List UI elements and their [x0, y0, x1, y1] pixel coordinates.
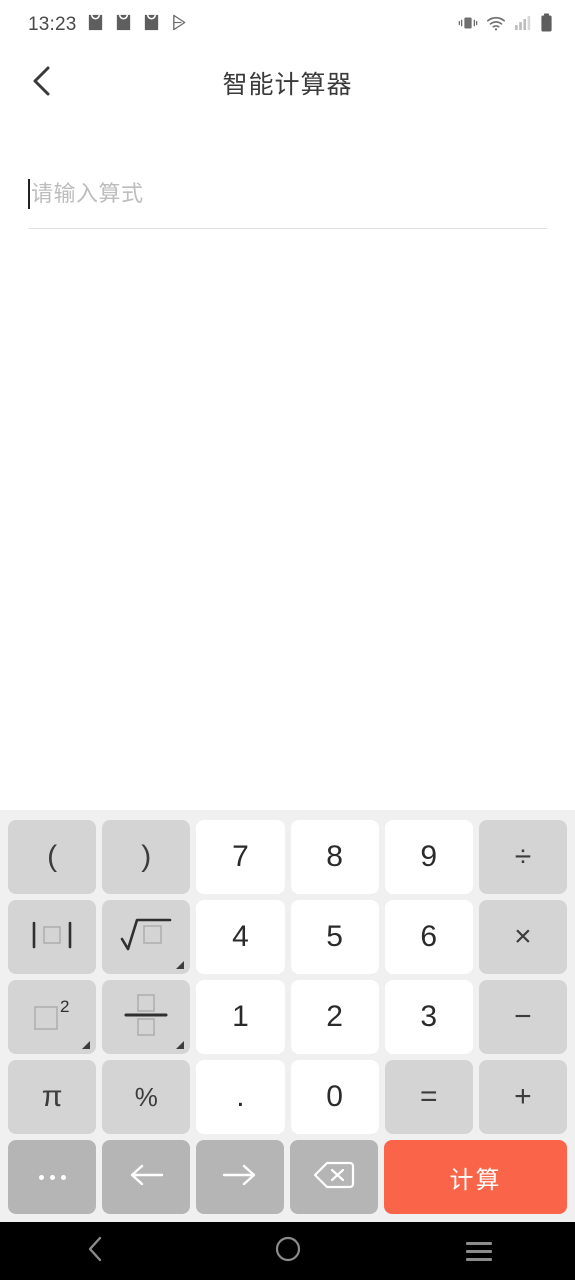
key-cursor-right[interactable]: [196, 1140, 284, 1214]
key-9[interactable]: 9: [384, 820, 473, 894]
status-clock: 13:23: [28, 14, 77, 35]
key-6[interactable]: 6: [384, 900, 473, 974]
absolute-value-icon: [24, 915, 80, 960]
mail-icon: [142, 13, 161, 37]
key-label: 1: [232, 1000, 249, 1033]
ellipsis-icon: [38, 1174, 66, 1180]
square-power-icon: 2: [23, 994, 81, 1041]
key-7[interactable]: 7: [196, 820, 285, 894]
key-label: 3: [420, 1000, 438, 1033]
key-divide[interactable]: ÷: [478, 820, 568, 894]
key-label: +: [514, 1080, 532, 1113]
text-cursor: [28, 179, 30, 209]
status-bar: 13:23: [0, 0, 575, 50]
key-fraction[interactable]: [102, 980, 191, 1054]
vibrate-icon: [458, 14, 478, 37]
square-root-icon: [116, 913, 176, 962]
key-square[interactable]: 2: [8, 980, 97, 1054]
key-label: π: [41, 1080, 63, 1113]
svg-text:2: 2: [60, 997, 69, 1016]
key-label: 2: [326, 1000, 343, 1033]
mail-icon: [114, 13, 133, 37]
key-3[interactable]: 3: [384, 980, 473, 1054]
key-minus[interactable]: −: [478, 980, 568, 1054]
key-2[interactable]: 2: [290, 980, 379, 1054]
key-label: %: [134, 1082, 158, 1112]
key-label: 5: [326, 920, 343, 953]
keypad-row: 2 1 2 3 −: [8, 980, 568, 1054]
key-close-paren[interactable]: ): [102, 820, 191, 894]
back-icon: [84, 1235, 108, 1268]
calculate-button[interactable]: 计算: [384, 1140, 568, 1214]
key-8[interactable]: 8: [290, 820, 379, 894]
key-decimal[interactable]: .: [196, 1060, 285, 1134]
more-options-indicator-icon: [82, 1041, 91, 1049]
page-title: 智能计算器: [222, 71, 353, 99]
android-navigation-bar: [0, 1222, 575, 1280]
key-open-paren[interactable]: (: [8, 820, 97, 894]
keypad-row: ( ) 7 8 9 ÷: [8, 820, 568, 894]
key-absolute-value[interactable]: [8, 900, 97, 974]
key-0[interactable]: 0: [290, 1060, 379, 1134]
key-multiply[interactable]: ×: [478, 900, 568, 974]
key-label: ×: [514, 920, 532, 953]
key-label: 7: [232, 840, 249, 873]
more-options-indicator-icon: [176, 1041, 185, 1049]
nav-recents-button[interactable]: [383, 1241, 575, 1261]
key-label: 0: [326, 1080, 343, 1113]
key-4[interactable]: 4: [196, 900, 285, 974]
key-label: 6: [420, 920, 438, 953]
key-pi[interactable]: π: [8, 1060, 97, 1134]
status-bar-right: [458, 13, 553, 38]
app-bar: 智能计算器: [0, 50, 575, 116]
mail-icon: [86, 13, 105, 37]
key-label: ): [141, 840, 152, 873]
key-label: 8: [326, 840, 343, 873]
key-square-root[interactable]: [102, 900, 191, 974]
key-label: ÷: [514, 840, 532, 873]
key-backspace[interactable]: [290, 1140, 378, 1214]
expression-input-wrapper[interactable]: 请输入算式: [28, 174, 547, 229]
nav-back-button[interactable]: [0, 1235, 192, 1268]
arrow-right-icon: [220, 1161, 260, 1194]
status-bar-left: 13:23: [28, 13, 189, 37]
fraction-icon: [118, 992, 174, 1043]
main-content: 请输入算式: [0, 116, 575, 229]
key-equals[interactable]: =: [384, 1060, 473, 1134]
nav-home-button[interactable]: [192, 1235, 384, 1268]
keypad-row: π % . 0 = +: [8, 1060, 568, 1134]
more-options-indicator-icon: [176, 961, 185, 969]
keypad-row: 计算: [8, 1140, 568, 1214]
key-1[interactable]: 1: [196, 980, 285, 1054]
key-more[interactable]: [8, 1140, 96, 1214]
key-label: (: [47, 840, 58, 873]
key-label: .: [236, 1080, 245, 1113]
backspace-icon: [312, 1160, 356, 1195]
calculate-label: 计算: [449, 1166, 502, 1194]
key-5[interactable]: 5: [290, 900, 379, 974]
key-label: 9: [420, 840, 438, 873]
play-store-icon: [170, 13, 189, 37]
calculator-keypad: ( ) 7 8 9 ÷ 4 5 6 × 2 1 2 3 − π % . 0 = …: [0, 810, 575, 1222]
expression-input-row[interactable]: 请输入算式: [28, 174, 547, 214]
wifi-icon: [486, 14, 506, 37]
battery-icon: [540, 13, 553, 38]
home-icon: [274, 1235, 302, 1268]
key-label: −: [514, 1000, 532, 1033]
recents-icon: [466, 1241, 493, 1261]
keypad-row: 4 5 6 ×: [8, 900, 568, 974]
key-percent[interactable]: %: [102, 1060, 191, 1134]
signal-bars-icon: [514, 14, 532, 36]
key-cursor-left[interactable]: [102, 1140, 190, 1214]
arrow-left-icon: [126, 1161, 166, 1194]
key-label: =: [420, 1080, 438, 1113]
expression-input-placeholder: 请输入算式: [31, 181, 144, 206]
key-label: 4: [232, 920, 249, 953]
key-plus[interactable]: +: [478, 1060, 568, 1134]
